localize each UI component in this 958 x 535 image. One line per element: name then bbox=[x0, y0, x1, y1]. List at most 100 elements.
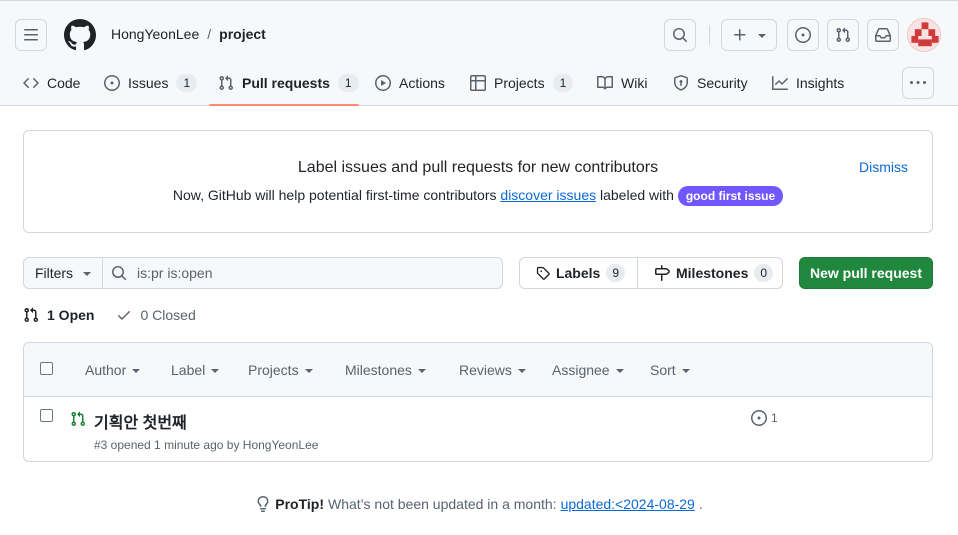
reviews-filter[interactable]: Reviews bbox=[459, 362, 526, 378]
tab-label: Code bbox=[47, 75, 81, 91]
good-first-issue-label[interactable]: good first issue bbox=[677, 186, 784, 206]
projects-filter[interactable]: Projects bbox=[248, 362, 313, 378]
search-field[interactable] bbox=[102, 257, 503, 289]
label-filter[interactable]: Label bbox=[171, 362, 220, 378]
header-label: Sort bbox=[650, 362, 676, 378]
github-logo-icon[interactable] bbox=[64, 19, 96, 51]
tab-projects[interactable]: Projects 1 bbox=[470, 71, 574, 95]
labels-button[interactable]: Labels 9 bbox=[520, 258, 637, 288]
tab-label: Security bbox=[697, 75, 748, 91]
header-label: Reviews bbox=[459, 362, 512, 378]
menu-button[interactable] bbox=[15, 19, 47, 51]
header-label: Assignee bbox=[552, 362, 610, 378]
linked-issue-indicator[interactable]: 1 bbox=[751, 410, 778, 426]
owner-link[interactable]: HongYeonLee bbox=[111, 26, 199, 42]
protip-label: ProTip! bbox=[275, 496, 324, 512]
pull-request-icon bbox=[24, 307, 39, 323]
tab-code[interactable]: Code bbox=[23, 71, 80, 95]
banner-text: Now, GitHub will help potential first-ti… bbox=[172, 187, 497, 203]
milestones-label: Milestones bbox=[676, 265, 749, 281]
plus-icon bbox=[734, 29, 746, 41]
create-new-button[interactable] bbox=[721, 19, 777, 51]
repo-header: HongYeonLee / project Code Issues 1 Pull… bbox=[0, 0, 958, 106]
shield-icon bbox=[674, 75, 688, 91]
play-icon bbox=[375, 75, 391, 91]
pull-request-icon bbox=[71, 411, 86, 427]
more-button[interactable] bbox=[902, 67, 934, 99]
repo-nav: Code Issues 1 Pull requests 1 Actions Pr… bbox=[0, 65, 958, 107]
search-icon bbox=[112, 266, 127, 281]
pull-request-title-link[interactable]: 기획안 첫번째 bbox=[94, 409, 187, 433]
issue-opened-icon bbox=[751, 410, 767, 426]
milestones-button[interactable]: Milestones 0 bbox=[637, 258, 785, 288]
row-checkbox[interactable] bbox=[40, 409, 53, 422]
select-all-checkbox[interactable] bbox=[40, 362, 53, 375]
book-icon bbox=[597, 75, 613, 90]
code-icon bbox=[23, 77, 39, 89]
milestones-filter[interactable]: Milestones bbox=[345, 362, 426, 378]
inbox-button[interactable] bbox=[867, 19, 899, 51]
tag-icon bbox=[536, 266, 550, 280]
assignee-filter[interactable]: Assignee bbox=[552, 362, 624, 378]
labels-milestones-group: Labels 9 Milestones 0 bbox=[519, 257, 783, 289]
filters-label: Filters bbox=[34, 265, 74, 281]
triangle-down-icon bbox=[417, 369, 426, 373]
closed-filter[interactable]: 0 Closed bbox=[116, 307, 196, 323]
pull-requests-button[interactable] bbox=[827, 19, 859, 51]
active-tab-indicator bbox=[209, 104, 359, 106]
state-toggle: 1 Open 0 Closed bbox=[23, 307, 196, 323]
issue-opened-icon bbox=[104, 75, 120, 91]
tab-label: Wiki bbox=[621, 75, 648, 91]
issue-opened-icon bbox=[795, 27, 811, 43]
tab-counter: 1 bbox=[176, 74, 198, 92]
check-icon bbox=[118, 311, 131, 320]
tab-wiki[interactable]: Wiki bbox=[597, 71, 647, 95]
tab-insights[interactable]: Insights bbox=[772, 71, 844, 95]
header-divider bbox=[709, 25, 710, 45]
header-label: Projects bbox=[248, 362, 299, 378]
new-pull-request-button[interactable]: New pull request bbox=[799, 257, 933, 289]
protip-link[interactable]: updated:<2024-08-29 bbox=[561, 496, 695, 512]
discover-issues-link[interactable]: discover issues bbox=[500, 187, 596, 203]
light-bulb-icon bbox=[257, 496, 269, 512]
tab-label: Actions bbox=[399, 75, 445, 91]
tab-label: Pull requests bbox=[242, 75, 330, 91]
breadcrumb-separator: / bbox=[207, 26, 212, 42]
issues-button[interactable] bbox=[787, 19, 819, 51]
pull-request-meta: #3 opened 1 minute ago by HongYeonLee bbox=[94, 438, 319, 452]
breadcrumb: HongYeonLee / project bbox=[111, 26, 266, 42]
menu-icon bbox=[24, 29, 38, 41]
search-button[interactable] bbox=[664, 19, 696, 51]
author-filter[interactable]: Author bbox=[85, 362, 141, 378]
open-filter[interactable]: 1 Open bbox=[23, 307, 94, 323]
search-input[interactable] bbox=[137, 265, 477, 281]
triangle-down-icon bbox=[758, 34, 766, 38]
sort-dropdown[interactable]: Sort bbox=[650, 362, 690, 378]
table-icon bbox=[470, 75, 486, 91]
banner-body: Now, GitHub will help potential first-ti… bbox=[24, 186, 932, 206]
contributor-banner: Label issues and pull requests for new c… bbox=[23, 130, 933, 233]
header-label: Label bbox=[171, 362, 206, 378]
graph-icon bbox=[772, 76, 788, 90]
triangle-down-icon bbox=[517, 369, 526, 373]
pull-request-icon bbox=[836, 27, 851, 43]
tab-label: Projects bbox=[494, 75, 545, 91]
pull-request-icon bbox=[219, 75, 234, 91]
list-header: Author Label Projects Milestones Reviews… bbox=[24, 343, 932, 397]
banner-title: Label issues and pull requests for new c… bbox=[297, 159, 659, 176]
triangle-down-icon bbox=[132, 369, 141, 373]
tab-security[interactable]: Security bbox=[673, 71, 748, 95]
repo-link[interactable]: project bbox=[219, 26, 266, 42]
protip: ProTip! What’s not been updated in a mon… bbox=[0, 496, 958, 512]
filters-button[interactable]: Filters bbox=[23, 257, 103, 289]
dismiss-button[interactable]: Dismiss bbox=[859, 159, 908, 175]
tab-actions[interactable]: Actions bbox=[375, 71, 445, 95]
tab-issues[interactable]: Issues 1 bbox=[104, 71, 198, 95]
tab-pull-requests[interactable]: Pull requests 1 bbox=[218, 71, 359, 95]
inbox-icon bbox=[875, 28, 891, 42]
header-label: Author bbox=[85, 362, 127, 378]
avatar[interactable] bbox=[907, 18, 941, 52]
linked-issue-count: 1 bbox=[771, 411, 778, 425]
milestone-icon bbox=[655, 265, 670, 281]
protip-suffix: . bbox=[698, 496, 703, 512]
